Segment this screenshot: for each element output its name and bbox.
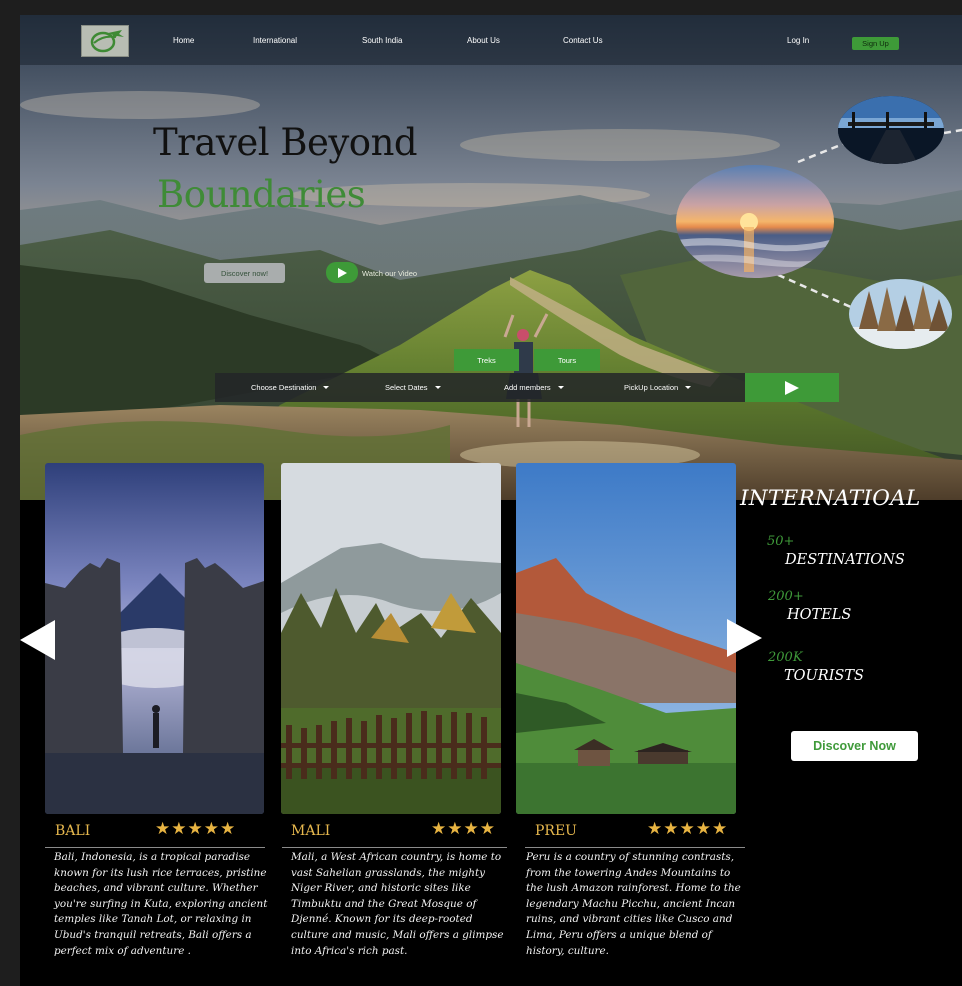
stat-destinations-label: DESTINATIONS bbox=[785, 552, 905, 568]
peru-rating-stars: ★★★★★ bbox=[647, 819, 729, 838]
watch-video-label[interactable]: Watch our Video bbox=[362, 269, 417, 278]
sunset-thumbnail[interactable] bbox=[676, 165, 834, 278]
play-icon bbox=[785, 380, 799, 395]
bali-divider bbox=[45, 847, 265, 848]
bali-rating-stars: ★★★★★ bbox=[155, 819, 237, 838]
chevron-down-icon bbox=[685, 386, 692, 389]
nav-link-south-india[interactable]: South India bbox=[362, 36, 402, 45]
peru-description: Peru is a country of stunning contrasts,… bbox=[526, 851, 741, 957]
hero-title-line2: Boundaries bbox=[157, 173, 366, 216]
hero-section: Home International South India About Us … bbox=[20, 15, 962, 500]
pickup-location-select-label: PickUp Location bbox=[624, 383, 679, 392]
stat-hotels-value: 200+ bbox=[768, 589, 804, 604]
carousel-prev-arrow[interactable] bbox=[20, 620, 55, 660]
stat-destinations-value: 50+ bbox=[767, 534, 795, 549]
chevron-down-icon bbox=[434, 386, 441, 389]
pickup-location-select[interactable]: PickUp Location bbox=[624, 383, 692, 392]
mali-card-image[interactable] bbox=[281, 463, 501, 814]
hero-background-image bbox=[20, 15, 962, 500]
nav-link-international[interactable]: International bbox=[253, 36, 297, 45]
discover-now-button[interactable]: Discover Now bbox=[791, 731, 918, 761]
stat-hotels-label: HOTELS bbox=[787, 607, 852, 623]
top-navbar: Home International South India About Us … bbox=[20, 15, 962, 65]
forest-thumbnail[interactable] bbox=[849, 279, 952, 349]
peru-divider bbox=[525, 847, 745, 848]
hero-title-line1: Travel Beyond bbox=[153, 121, 418, 164]
mali-card-title: MALI bbox=[291, 823, 331, 839]
members-select-label: Add members bbox=[504, 383, 551, 392]
nav-link-about-us[interactable]: About Us bbox=[467, 36, 500, 45]
play-icon bbox=[338, 267, 347, 278]
bali-card-image[interactable] bbox=[45, 463, 264, 814]
dates-select-label: Select Dates bbox=[385, 383, 428, 392]
signup-button[interactable]: Sign Up bbox=[852, 37, 899, 50]
chevron-down-icon bbox=[557, 386, 564, 389]
peru-card-image[interactable] bbox=[516, 463, 736, 814]
watch-video-button[interactable] bbox=[326, 262, 358, 283]
peru-card-title: PREU bbox=[535, 823, 577, 839]
stat-tourists-label: TOURISTS bbox=[784, 668, 864, 684]
bali-description: Bali, Indonesia, is a tropical paradise … bbox=[54, 851, 268, 957]
nav-link-contact-us[interactable]: Contact Us bbox=[563, 36, 603, 45]
carousel-next-arrow[interactable] bbox=[727, 619, 762, 657]
mali-description: Mali, a West African country, is home to… bbox=[291, 851, 504, 957]
dates-select[interactable]: Select Dates bbox=[385, 383, 441, 392]
destination-select[interactable]: Choose Destination bbox=[251, 383, 330, 392]
login-link[interactable]: Log In bbox=[787, 36, 809, 45]
discover-now-hero-button[interactable]: Discover now! bbox=[204, 263, 285, 283]
search-bar: Choose Destination Select Dates Add memb… bbox=[215, 373, 745, 402]
pier-thumbnail[interactable] bbox=[838, 96, 944, 164]
stats-heading: INTERNATIOAL bbox=[740, 486, 921, 511]
stat-tourists-value: 200K bbox=[768, 650, 803, 665]
destination-select-label: Choose Destination bbox=[251, 383, 317, 392]
chevron-down-icon bbox=[323, 386, 330, 389]
nav-link-home[interactable]: Home bbox=[173, 36, 194, 45]
logo[interactable] bbox=[81, 25, 129, 57]
mali-rating-stars: ★★★★ bbox=[431, 819, 496, 838]
tab-treks[interactable]: Treks bbox=[454, 349, 519, 371]
tab-tours[interactable]: Tours bbox=[534, 349, 600, 371]
plane-globe-logo-icon bbox=[90, 30, 124, 53]
bali-card-title: BALI bbox=[55, 823, 91, 839]
search-submit-button[interactable] bbox=[745, 373, 839, 402]
page: Home International South India About Us … bbox=[20, 15, 962, 986]
members-select[interactable]: Add members bbox=[504, 383, 564, 392]
mali-divider bbox=[282, 847, 507, 848]
